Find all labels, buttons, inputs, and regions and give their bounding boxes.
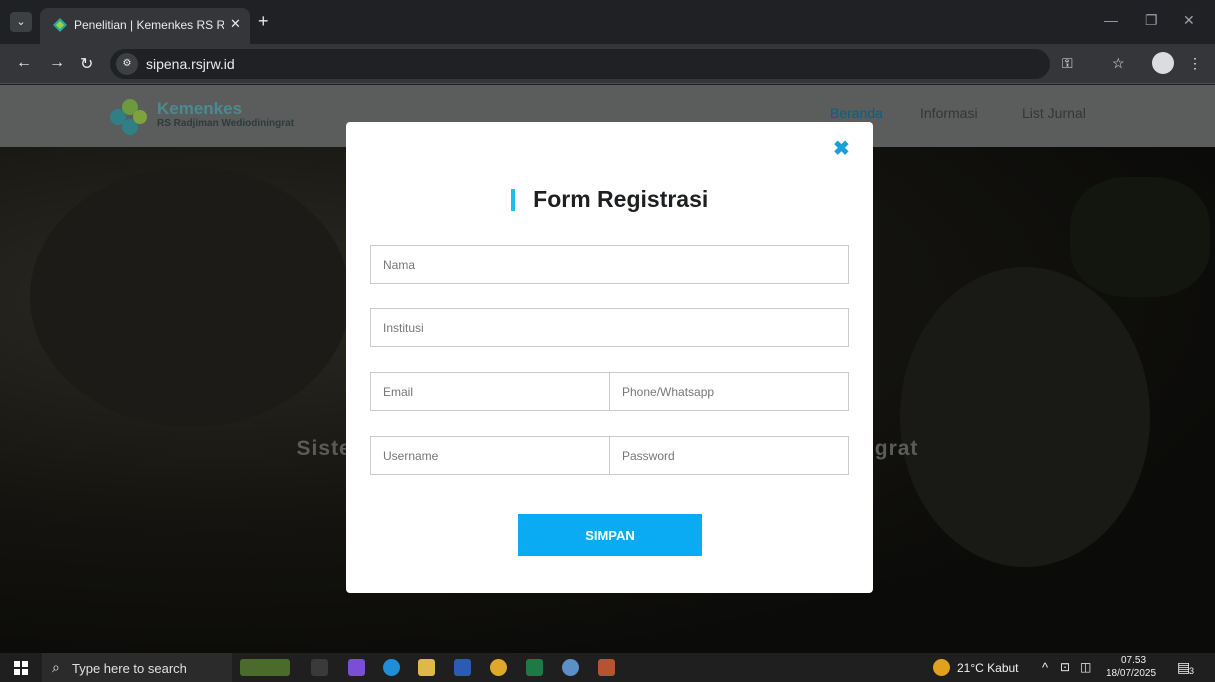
browser-menu-icon[interactable]: ⋮ (1188, 55, 1202, 72)
app-icon[interactable] (598, 659, 615, 676)
logo-name: Kemenkes (157, 99, 243, 118)
tab-search-chevron-icon[interactable]: ⌄ (10, 12, 32, 32)
registration-modal: ✖ Form Registrasi SIMPAN (346, 122, 873, 593)
copilot-icon[interactable] (348, 659, 365, 676)
password-key-icon[interactable]: ⚿ (1062, 55, 1073, 72)
reload-icon[interactable]: ↻ (80, 54, 93, 74)
username-field-wrap (370, 436, 610, 475)
hero-image-shape (30, 167, 350, 427)
word-icon[interactable] (454, 659, 471, 676)
phone-field[interactable] (610, 373, 848, 410)
modal-header: Form Registrasi (346, 186, 873, 213)
phone-field-wrap (609, 372, 849, 411)
windows-start-icon[interactable] (14, 661, 28, 675)
email-field-wrap (370, 372, 610, 411)
site-favicon-icon (53, 18, 67, 32)
taskbar-search-placeholder: Type here to search (72, 661, 187, 676)
institusi-field[interactable] (371, 309, 848, 346)
close-icon[interactable]: ✖ (833, 136, 850, 161)
minimize-icon[interactable]: — (1104, 12, 1118, 28)
close-window-icon[interactable]: ✕ (1183, 12, 1195, 29)
restore-icon[interactable]: ❐ (1145, 12, 1158, 29)
clock-date[interactable]: 18/07/2025 (1106, 668, 1156, 679)
excel-icon[interactable] (526, 659, 543, 676)
simpan-button[interactable]: SIMPAN (518, 514, 702, 556)
edge-icon[interactable] (383, 659, 400, 676)
hero-image-shape (900, 267, 1150, 567)
logo-subtitle: RS Radjiman Wediodiningrat (157, 118, 295, 129)
nama-field-wrap (370, 245, 849, 284)
file-explorer-icon[interactable] (418, 659, 435, 676)
omnibox[interactable]: ⚙ sipena.rsjrw.id (110, 49, 1050, 79)
password-field[interactable] (610, 437, 848, 474)
search-icon: ⌕ (52, 659, 60, 675)
new-tab-icon[interactable]: + (258, 11, 269, 32)
site-info-icon[interactable]: ⚙ (116, 53, 138, 75)
browser-tab[interactable]: Penelitian | Kemenkes RS Radjiman ✕ (40, 8, 250, 44)
tab-title: Penelitian | Kemenkes RS Radjiman (74, 18, 224, 32)
clock-time[interactable]: 07.53 (1121, 655, 1146, 666)
password-field-wrap (609, 436, 849, 475)
nav-informasi[interactable]: Informasi (920, 105, 978, 121)
modal-title: Form Registrasi (533, 186, 709, 212)
news-widget-icon[interactable] (240, 659, 290, 676)
nav-list-jurnal[interactable]: List Jurnal (1022, 105, 1086, 121)
hero-image-shape (1070, 177, 1210, 297)
weather-icon[interactable] (933, 659, 950, 676)
task-view-icon[interactable] (311, 659, 328, 676)
url-text[interactable]: sipena.rsjrw.id (146, 56, 235, 72)
windows-taskbar: ⌕ Type here to search 21°C Kabut ^ ⊡ ◫ 0… (0, 653, 1215, 682)
back-icon[interactable]: ← (16, 54, 32, 72)
network-icon[interactable]: ⊡ (1060, 660, 1070, 674)
username-field[interactable] (371, 437, 609, 474)
email-field[interactable] (371, 373, 609, 410)
bookmark-star-icon[interactable]: ☆ (1112, 55, 1125, 72)
volume-icon[interactable]: ◫ (1080, 660, 1091, 674)
taskbar-search-box[interactable]: ⌕ Type here to search (42, 653, 232, 682)
nama-field[interactable] (371, 246, 848, 283)
profile-avatar[interactable] (1152, 52, 1174, 74)
browser-tab-bar: ⌄ Penelitian | Kemenkes RS Radjiman ✕ + … (0, 0, 1215, 44)
notification-count: 3 (1189, 666, 1195, 676)
tab-close-icon[interactable]: ✕ (230, 16, 241, 32)
title-accent-bar (510, 188, 515, 211)
show-hidden-icons-icon[interactable]: ^ (1042, 660, 1048, 675)
weather-text[interactable]: 21°C Kabut (957, 661, 1019, 675)
forward-icon[interactable]: → (49, 54, 65, 72)
chrome-icon[interactable] (490, 659, 507, 676)
address-bar: ← → ↻ ⚙ sipena.rsjrw.id ⚿ ☆ ⋮ (0, 44, 1215, 84)
nav-beranda[interactable]: Beranda (830, 105, 883, 121)
institusi-field-wrap (370, 308, 849, 347)
kemenkes-logo-icon (110, 99, 147, 135)
chrome-profile-icon[interactable] (562, 659, 579, 676)
